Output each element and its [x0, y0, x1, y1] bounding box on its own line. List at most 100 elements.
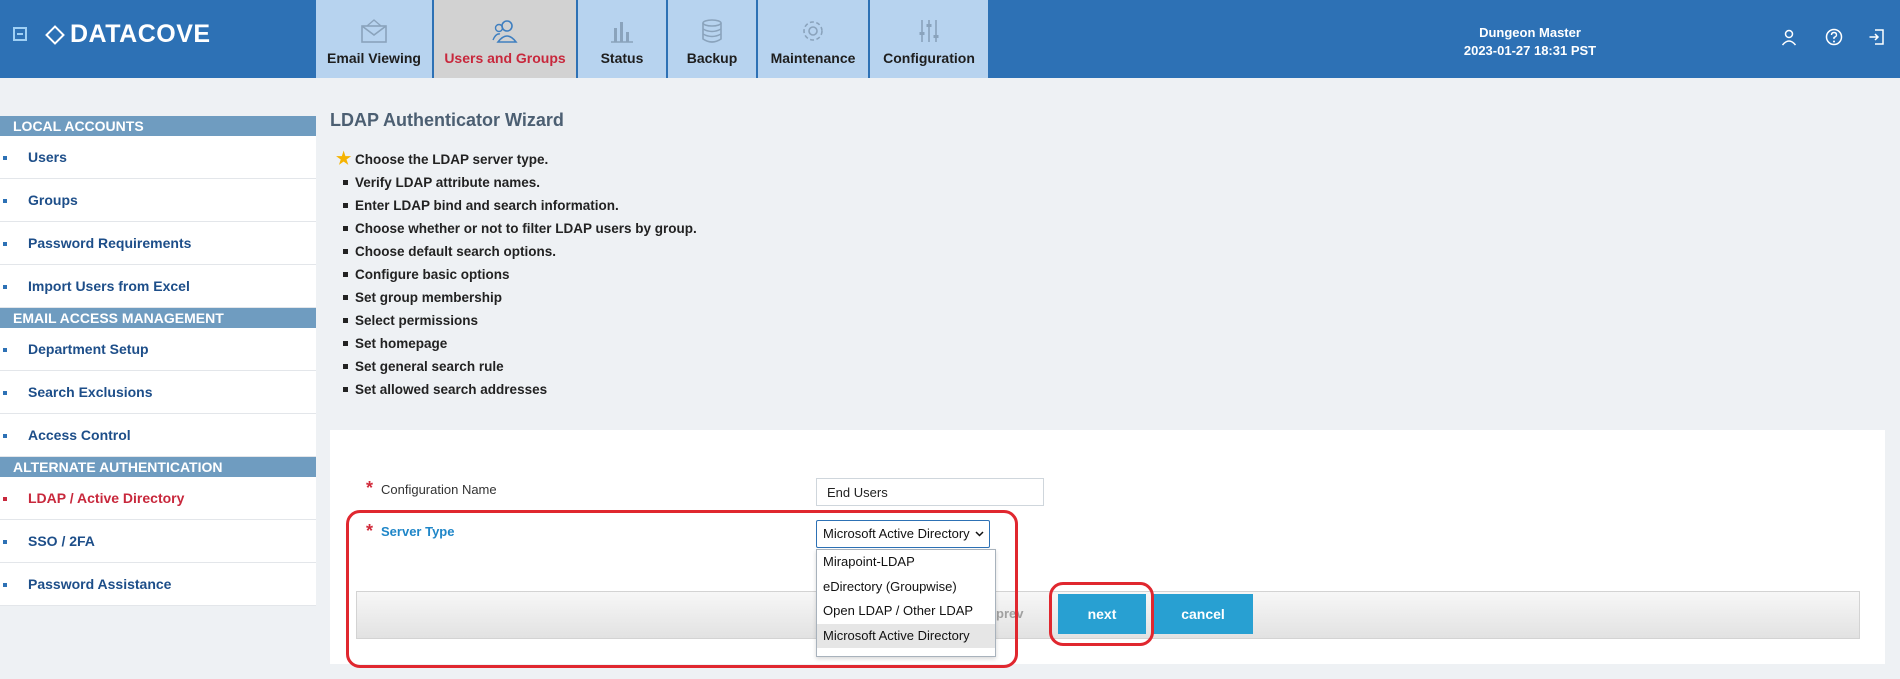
- next-button[interactable]: next: [1058, 594, 1146, 634]
- users-icon: [492, 20, 518, 43]
- server-type-selected: Microsoft Active Directory: [823, 526, 970, 541]
- sidebar-item-label: Groups: [28, 192, 78, 208]
- cancel-button[interactable]: cancel: [1153, 594, 1253, 634]
- prev-button-partial[interactable]: prev: [996, 606, 1023, 621]
- sidebar-section-local-accounts: LOCAL ACCOUNTS: [0, 116, 316, 136]
- sidebar-item-sso-2fa[interactable]: SSO / 2FA: [0, 520, 316, 563]
- bullet-icon: [3, 199, 7, 203]
- bullet-icon: [343, 387, 348, 392]
- server-type-dropdown: Mirapoint-LDAP eDirectory (Groupwise) Op…: [816, 549, 996, 657]
- tab-label: Email Viewing: [327, 50, 421, 66]
- server-type-select[interactable]: Microsoft Active Directory: [816, 520, 990, 548]
- server-type-option[interactable]: Mirapoint-LDAP: [817, 550, 995, 575]
- current-datetime: 2023-01-27 18:31 PST: [1463, 43, 1597, 58]
- bullet-icon: [343, 180, 348, 185]
- sidebar-item-label: Search Exclusions: [28, 384, 153, 400]
- bullet-icon: [343, 364, 348, 369]
- sidebar-item-groups[interactable]: Groups: [0, 179, 316, 222]
- wizard-step: Enter LDAP bind and search information.: [338, 194, 697, 217]
- star-icon: ★: [336, 149, 352, 168]
- sidebar-item-label: LDAP / Active Directory: [28, 490, 185, 506]
- wizard-step: Set allowed search addresses: [338, 378, 697, 401]
- top-bar: DATACOVE Email Viewing Users and Groups …: [0, 0, 1900, 78]
- wizard-step: Configure basic options: [338, 263, 697, 286]
- sliders-icon: [919, 20, 939, 42]
- user-name: Dungeon Master: [1479, 25, 1581, 40]
- sidebar-item-password-assistance[interactable]: Password Assistance: [0, 563, 316, 606]
- bullet-icon: [3, 540, 7, 544]
- logo[interactable]: DATACOVE: [45, 20, 211, 49]
- bullet-icon: [3, 156, 7, 160]
- tab-users-and-groups[interactable]: Users and Groups: [434, 0, 576, 78]
- tab-maintenance[interactable]: Maintenance: [758, 0, 868, 78]
- wizard-step: Set group membership: [338, 286, 697, 309]
- tab-email-viewing[interactable]: Email Viewing: [316, 0, 432, 78]
- wizard-steps: ★ Choose the LDAP server type. Verify LDA…: [336, 148, 697, 401]
- bullet-icon: [3, 497, 7, 501]
- wizard-step-current: ★ Choose the LDAP server type.: [336, 149, 549, 168]
- bullet-icon: [343, 341, 348, 346]
- bullet-icon: [3, 391, 7, 395]
- wizard-step: Select permissions: [338, 309, 697, 332]
- sidebar-item-password-requirements[interactable]: Password Requirements: [0, 222, 316, 265]
- bullet-icon: [343, 203, 348, 208]
- database-icon: [702, 19, 722, 43]
- server-type-option-selected[interactable]: Microsoft Active Directory: [817, 623, 995, 648]
- bullet-icon: [3, 348, 7, 352]
- server-type-label: Server Type: [381, 524, 455, 539]
- sidebar-item-label: Department Setup: [28, 341, 149, 357]
- bullet-icon: [3, 434, 7, 438]
- sidebar-item-access-control[interactable]: Access Control: [0, 414, 316, 457]
- tab-status[interactable]: Status: [578, 0, 666, 78]
- sidebar-item-label: SSO / 2FA: [28, 533, 95, 549]
- server-type-option[interactable]: Open LDAP / Other LDAP: [817, 599, 995, 624]
- gear-icon: [803, 21, 823, 41]
- tab-label: Backup: [686, 50, 738, 66]
- sidebar-item-search-exclusions[interactable]: Search Exclusions: [0, 371, 316, 414]
- sidebar-item-ldap[interactable]: LDAP / Active Directory: [0, 477, 316, 520]
- required-marker: *: [366, 521, 374, 541]
- sidebar-item-label: Password Requirements: [28, 235, 192, 251]
- tab-backup[interactable]: Backup: [668, 0, 756, 78]
- wizard-step: Set general search rule: [338, 355, 697, 378]
- sidebar-item-label: Access Control: [28, 427, 131, 443]
- sidebar-item-import-users[interactable]: Import Users from Excel: [0, 265, 316, 308]
- config-name-input[interactable]: End Users: [816, 478, 1044, 506]
- user-info: Dungeon Master 2023-01-27 18:31 PST: [1430, 24, 1630, 60]
- envelope-icon: [361, 19, 387, 43]
- main-tabs: Email Viewing Users and Groups Status Ba…: [316, 0, 990, 78]
- help-icon[interactable]: [1825, 28, 1843, 46]
- logout-icon[interactable]: [1868, 28, 1886, 46]
- bullet-icon: [3, 285, 7, 289]
- tab-label: Maintenance: [770, 50, 856, 66]
- sidebar-item-users[interactable]: Users: [0, 136, 316, 179]
- bullet-icon: [343, 272, 348, 277]
- bullet-icon: [343, 226, 348, 231]
- wizard-step: Verify LDAP attribute names.: [338, 171, 697, 194]
- collapse-menu-icon[interactable]: [13, 27, 27, 41]
- sidebar-item-label: Import Users from Excel: [28, 278, 190, 294]
- logo-text: DATACOVE: [70, 20, 211, 48]
- page-title: LDAP Authenticator Wizard: [330, 110, 564, 130]
- bullet-icon: [3, 583, 7, 587]
- sidebar: LOCAL ACCOUNTS Users Groups Password Req…: [0, 116, 316, 606]
- logo-diamond-icon: [45, 24, 65, 45]
- config-name-label: Configuration Name: [381, 482, 497, 497]
- tab-label: Configuration: [883, 50, 975, 66]
- wizard-step: Set homepage: [338, 332, 697, 355]
- tab-configuration[interactable]: Configuration: [870, 0, 988, 78]
- required-marker: *: [366, 478, 374, 498]
- sidebar-item-label: Password Assistance: [28, 576, 172, 592]
- bullet-icon: [3, 242, 7, 246]
- sidebar-item-department-setup[interactable]: Department Setup: [0, 328, 316, 371]
- server-type-option[interactable]: eDirectory (Groupwise): [817, 575, 995, 600]
- tab-label: Status: [600, 50, 644, 66]
- chevron-down-icon: [975, 531, 984, 537]
- bullet-icon: [343, 249, 348, 254]
- tab-label: Users and Groups: [444, 50, 566, 66]
- user-profile-icon[interactable]: [1780, 28, 1798, 46]
- bullet-icon: [343, 318, 348, 323]
- wizard-step: Choose default search options.: [338, 240, 697, 263]
- sidebar-section-email-access: EMAIL ACCESS MANAGEMENT: [0, 308, 316, 328]
- sidebar-section-alternate-auth: ALTERNATE AUTHENTICATION: [0, 457, 316, 477]
